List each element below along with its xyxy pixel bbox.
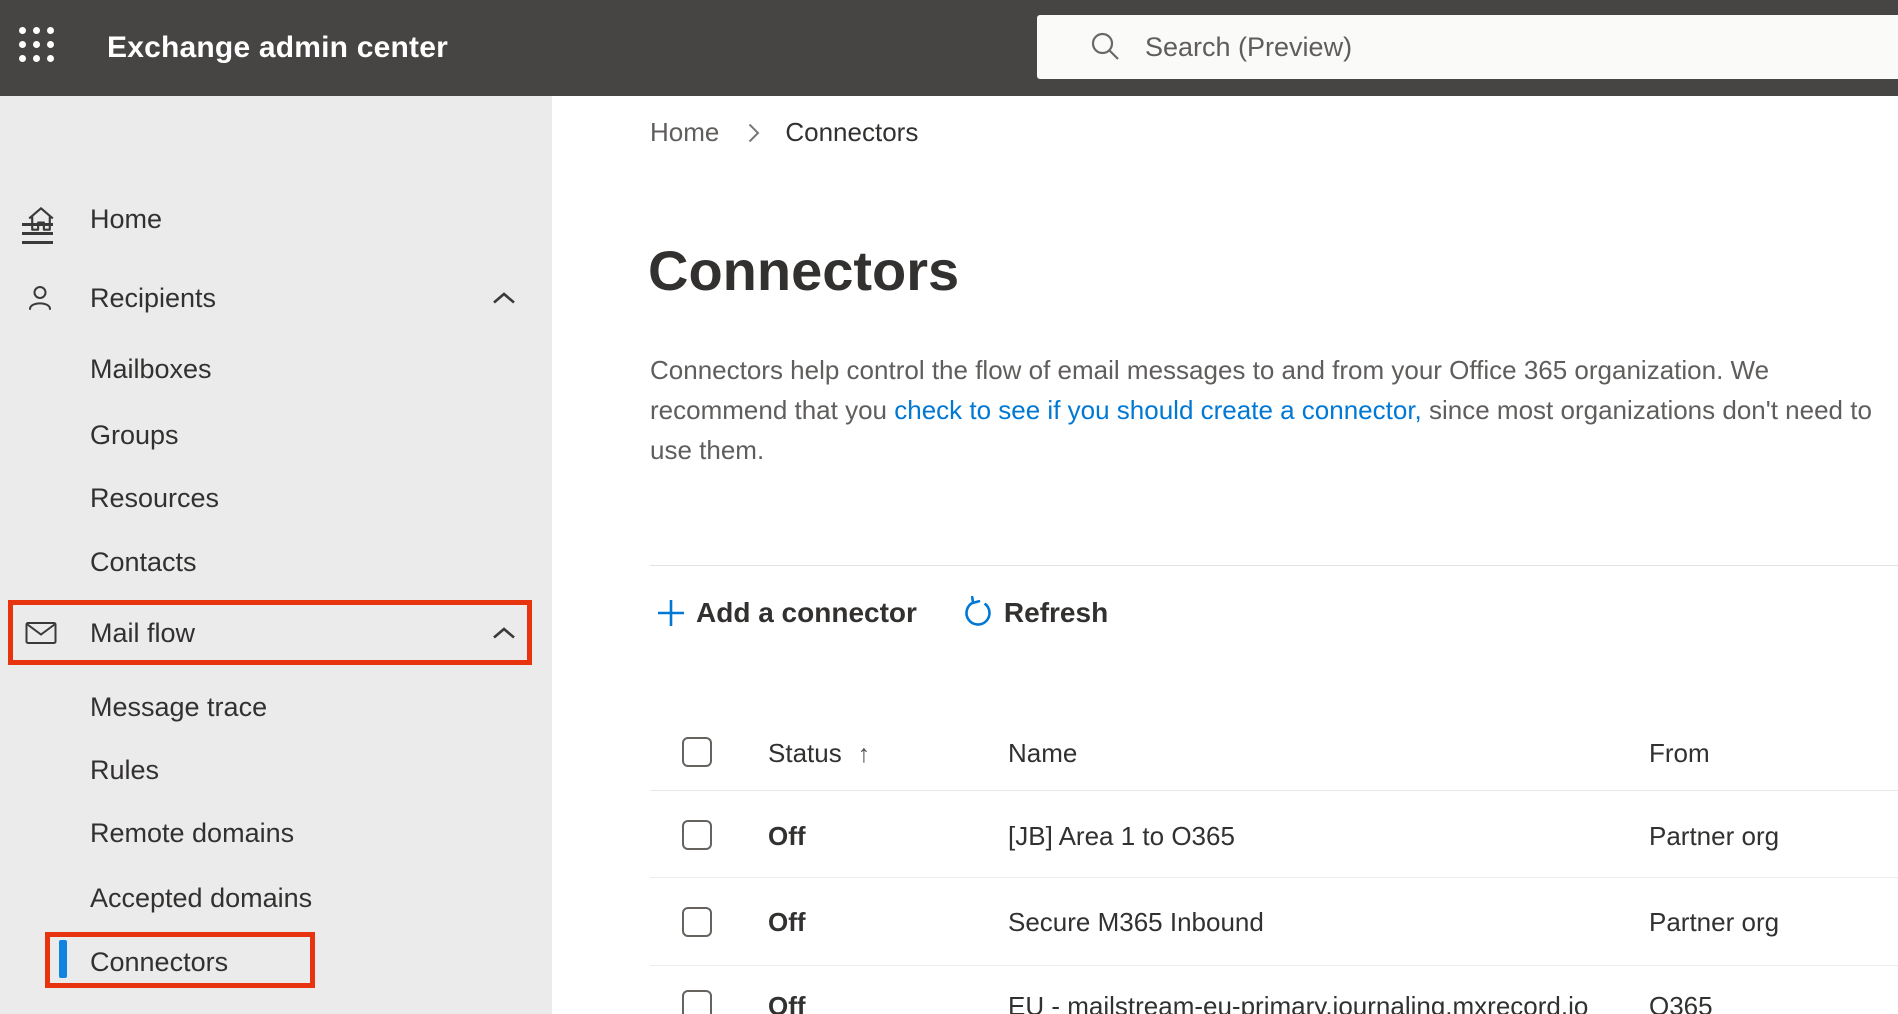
- breadcrumb-home-link[interactable]: Home: [650, 117, 719, 148]
- select-all-checkbox[interactable]: [682, 737, 712, 767]
- cell-status: Off: [768, 821, 806, 851]
- column-header-from[interactable]: From: [1649, 737, 1710, 769]
- row-checkbox[interactable]: [682, 907, 712, 937]
- chevron-up-icon[interactable]: [492, 291, 516, 305]
- sidebar-item-message-trace[interactable]: Message trace: [0, 679, 552, 735]
- add-connector-button[interactable]: Add a connector: [656, 597, 917, 629]
- sidebar-item-label: Mailboxes: [90, 353, 212, 384]
- refresh-button[interactable]: Refresh: [961, 596, 1108, 630]
- sidebar-item-label: Remote domains: [90, 817, 295, 848]
- refresh-label: Refresh: [1003, 597, 1109, 628]
- sidebar-item-label: Groups: [90, 419, 179, 450]
- sidebar-item-accepted-domains[interactable]: Accepted domains: [0, 870, 552, 926]
- sidebar-item-home[interactable]: Home: [0, 191, 552, 247]
- cell-from: Partner org: [1649, 907, 1780, 937]
- selected-item-indicator: [59, 940, 67, 978]
- table-divider: [650, 877, 1898, 878]
- mail-flow-annotation-box: [8, 600, 532, 665]
- row-checkbox[interactable]: [682, 990, 712, 1014]
- search-icon: [1089, 30, 1123, 64]
- cell-from: Partner org: [1649, 821, 1780, 851]
- sidebar-item-resources[interactable]: Resources: [0, 470, 552, 526]
- sidebar-item-label: Recipients: [90, 282, 217, 313]
- sidebar: Home Recipients Mailboxes Groups Resourc…: [0, 96, 552, 1014]
- sidebar-item-label: Message trace: [90, 691, 268, 722]
- create-connector-check-link[interactable]: check to see if you should create a conn…: [894, 395, 1422, 425]
- table-divider: [650, 790, 1898, 791]
- page-description: Connectors help control the flow of emai…: [650, 350, 1885, 470]
- person-icon: [24, 284, 58, 312]
- sidebar-item-rules[interactable]: Rules: [0, 742, 552, 798]
- home-icon: [24, 205, 58, 233]
- search-input[interactable]: [1145, 31, 1765, 63]
- sidebar-item-recipients[interactable]: Recipients: [0, 270, 552, 326]
- table-divider: [650, 965, 1898, 966]
- app-title: Exchange admin center: [107, 31, 448, 64]
- breadcrumb: Home Connectors: [650, 117, 918, 148]
- sidebar-item-label: Rules: [90, 754, 160, 785]
- toolbar-divider: [650, 565, 1898, 566]
- sidebar-item-groups[interactable]: Groups: [0, 407, 552, 463]
- sidebar-item-label: Contacts: [90, 546, 197, 577]
- sort-ascending-icon: ↑: [857, 740, 871, 768]
- search-box[interactable]: [1037, 15, 1898, 79]
- sidebar-item-label: Home: [90, 203, 163, 234]
- sidebar-item-mailboxes[interactable]: Mailboxes: [0, 341, 552, 397]
- cell-name[interactable]: EU - mailstream-eu-primary.journaling.mx…: [1008, 990, 1588, 1014]
- connectors-annotation-box: [45, 932, 315, 988]
- cell-status: Off: [768, 991, 806, 1014]
- app-launcher-waffle-icon[interactable]: [19, 27, 55, 63]
- plus-icon: [656, 598, 686, 628]
- sidebar-item-contacts[interactable]: Contacts: [0, 534, 552, 590]
- breadcrumb-current: Connectors: [785, 117, 919, 147]
- cell-name[interactable]: [JB] Area 1 to O365: [1008, 820, 1235, 852]
- sidebar-item-remote-domains[interactable]: Remote domains: [0, 805, 552, 861]
- cell-from: O365: [1649, 991, 1713, 1014]
- column-header-name[interactable]: Name: [1008, 737, 1077, 769]
- sidebar-item-label: Accepted domains: [90, 882, 313, 913]
- chevron-right-icon: [747, 122, 761, 144]
- cell-name[interactable]: Secure M365 Inbound: [1008, 906, 1264, 938]
- toolbar: Add a connector Refresh: [656, 585, 1108, 641]
- sidebar-item-label: Resources: [90, 482, 220, 513]
- add-connector-label: Add a connector: [696, 597, 917, 628]
- top-bar: Exchange admin center: [0, 0, 1898, 96]
- column-header-status[interactable]: Status ↑: [768, 737, 870, 769]
- cell-status: Off: [768, 907, 806, 937]
- refresh-icon: [961, 596, 995, 630]
- row-checkbox[interactable]: [682, 820, 712, 850]
- page-title: Connectors: [648, 239, 960, 302]
